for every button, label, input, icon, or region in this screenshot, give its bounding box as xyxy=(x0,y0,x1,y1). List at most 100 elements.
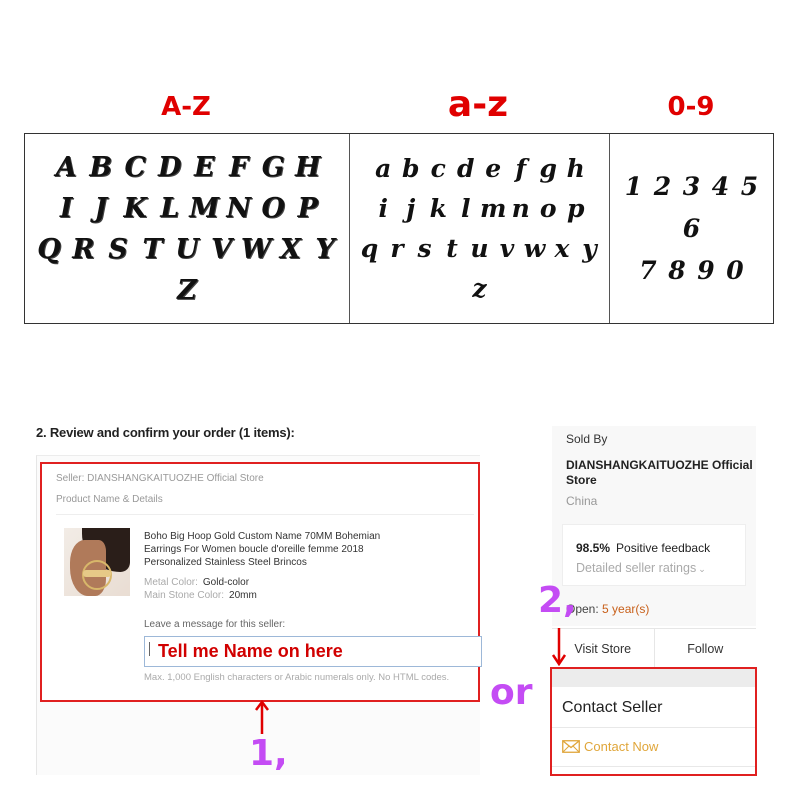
glyph-sample: H xyxy=(294,151,321,183)
glyph-sample: 5 xyxy=(740,171,759,201)
seller-message-value: Tell me Name on here xyxy=(158,641,343,661)
glyph-sample: t xyxy=(446,233,458,263)
glyph-row: z xyxy=(466,269,494,309)
lowercase-cell: abcdefghijklmnopqrstuvwxyz xyxy=(349,134,609,323)
seller-message-input[interactable]: Tell me Name on here xyxy=(144,636,482,667)
store-name[interactable]: DIANSHANGKAITUOZHE Official Store xyxy=(566,458,756,488)
step-2-annotation: 2, xyxy=(538,580,577,621)
arrow-up-icon xyxy=(255,700,269,734)
glyph-sample: k xyxy=(429,193,447,223)
attribute-value: 20mm xyxy=(229,590,257,601)
store-actions: Visit Store Follow xyxy=(552,628,756,668)
glyph-sample: e xyxy=(485,153,502,183)
thumbnail-name-plate xyxy=(83,570,111,577)
glyph-sample: Y xyxy=(315,233,335,265)
glyph-sample: K xyxy=(123,192,147,224)
contact-now-link[interactable]: Contact Now xyxy=(562,739,658,754)
positive-feedback: 98.5% Positive feedback xyxy=(576,541,710,555)
attribute-key: Metal Color: xyxy=(144,577,198,588)
glyph-sample: i xyxy=(378,193,389,223)
glyph-sample: g xyxy=(539,153,557,183)
contact-now-label: Contact Now xyxy=(584,739,659,754)
lowercase-title: a-z xyxy=(447,84,509,125)
glyph-sample: r xyxy=(390,233,404,263)
product-details-label: Product Name & Details xyxy=(56,494,163,505)
glyph-sample: Q xyxy=(37,233,61,265)
store-open-duration: Open: 5 year(s) xyxy=(566,602,649,616)
glyph-sample: l xyxy=(461,193,471,223)
glyph-sample: B xyxy=(89,151,113,183)
glyph-row: qrstuvwxy xyxy=(356,229,604,269)
glyph-row: 6 xyxy=(677,208,706,250)
glyph-sample: 3 xyxy=(682,171,701,201)
glyph-sample: f xyxy=(515,153,527,183)
mail-icon xyxy=(562,740,580,753)
follow-button[interactable]: Follow xyxy=(653,629,757,668)
glyph-sample: E xyxy=(193,151,215,183)
glyph-sample: u xyxy=(470,233,489,263)
glyph-sample: 2 xyxy=(653,171,672,201)
glyph-sample: N xyxy=(226,192,252,224)
visit-store-button[interactable]: Visit Store xyxy=(552,629,654,668)
glyph-sample: S xyxy=(108,233,128,265)
glyph-sample: J xyxy=(94,192,108,224)
product-thumbnail[interactable] xyxy=(64,528,130,596)
contact-seller-title: Contact Seller xyxy=(562,699,663,716)
attribute-value: Gold-color xyxy=(202,577,250,588)
detailed-ratings-dropdown[interactable]: Detailed seller ratings ⌄ xyxy=(576,561,706,575)
divider xyxy=(552,766,755,767)
glyph-sample: O xyxy=(261,192,286,224)
glyph-sample: b xyxy=(402,153,420,183)
glyph-sample: 0 xyxy=(726,255,744,285)
digits-title: 0-9 xyxy=(667,92,715,122)
detailed-ratings-label: Detailed seller ratings xyxy=(576,561,697,575)
feedback-label: Positive feedback xyxy=(616,541,711,555)
step-1-annotation: 1, xyxy=(249,733,288,774)
glyph-sample: W xyxy=(240,233,272,265)
glyph-row: IJKLMNOP xyxy=(49,188,325,229)
glyph-sample: 4 xyxy=(711,171,730,201)
attribute-metal-color: Metal Color: Gold-color xyxy=(144,577,249,588)
glyph-sample: 7 xyxy=(639,255,657,285)
text-caret xyxy=(149,641,150,656)
seller-line: Seller: DIANSHANGKAITUOZHE Official Stor… xyxy=(56,473,264,484)
message-label: Leave a message for this seller: xyxy=(144,619,286,630)
glyph-row: QRSTUVWXY xyxy=(32,229,343,270)
glyph-sample: I xyxy=(59,192,73,224)
glyph-sample: 1 xyxy=(624,171,643,201)
glyph-sample: d xyxy=(457,153,475,183)
glyph-sample: Z xyxy=(177,274,197,306)
glyph-sample: A xyxy=(55,151,77,183)
or-annotation: or xyxy=(490,672,533,713)
arrow-down-icon xyxy=(552,628,566,666)
glyph-sample: T xyxy=(142,233,163,265)
glyph-sample: y xyxy=(582,233,597,263)
seller-info-panel: Sold By DIANSHANGKAITUOZHE Official Stor… xyxy=(552,426,756,626)
glyph-row: Z xyxy=(170,270,205,311)
glyph-sample: o xyxy=(539,193,557,223)
glyph-row: ijklmnop xyxy=(370,189,590,229)
glyph-sample: X xyxy=(280,233,301,265)
attribute-main-stone-color: Main Stone Color: 20mm xyxy=(144,590,257,601)
product-title[interactable]: Boho Big Hoop Gold Custom Name 70MM Bohe… xyxy=(144,530,406,569)
glyph-sample: n xyxy=(511,193,530,223)
glyph-sample: F xyxy=(229,151,249,183)
digits-cell: 1234567890 xyxy=(609,134,773,323)
glyph-sample: z xyxy=(472,273,487,303)
glyph-row: ABCDEFGH xyxy=(49,147,325,188)
glyph-sample: M xyxy=(189,192,220,224)
divider xyxy=(56,514,474,515)
glyph-sample: h xyxy=(566,153,585,183)
glyph-sample: L xyxy=(160,192,180,224)
open-value: 5 year(s) xyxy=(602,602,650,616)
glyph-sample: v xyxy=(499,233,515,263)
glyph-sample: C xyxy=(124,151,147,183)
glyph-sample: p xyxy=(567,193,585,223)
divider xyxy=(552,727,755,728)
uppercase-title: A-Z xyxy=(161,92,211,122)
glyph-sample: R xyxy=(72,233,95,265)
glyph-sample: j xyxy=(406,193,416,223)
contact-seller-highlight-box: Contact Seller Contact Now xyxy=(550,667,757,776)
glyph-sample: x xyxy=(554,233,570,263)
uppercase-cell: ABCDEFGHIJKLMNOPQRSTUVWXY Z xyxy=(25,134,349,323)
